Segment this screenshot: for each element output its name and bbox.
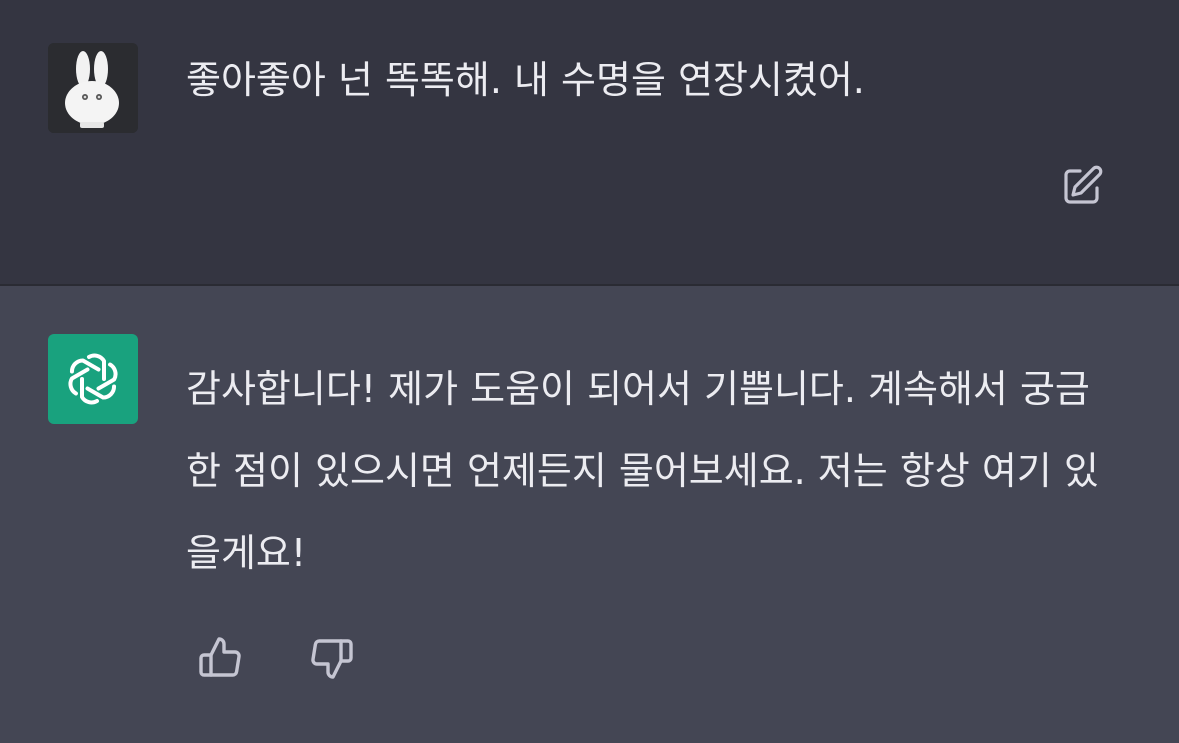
- thumbs-down-icon: [311, 639, 353, 679]
- edit-button[interactable]: [1058, 162, 1106, 210]
- assistant-message-row: 감사합니다! 제가 도움이 되어서 기쁩니다. 계속해서 궁금한 점이 있으시면…: [0, 286, 1179, 743]
- edit-icon: [1064, 165, 1103, 204]
- thumbs-down-button[interactable]: [304, 632, 356, 684]
- assistant-message-text: 감사합니다! 제가 도움이 되어서 기쁩니다. 계속해서 궁금한 점이 있으시면…: [186, 367, 1099, 575]
- rabbit-character-avatar: [48, 43, 138, 133]
- user-message-row: 좋아좋아 넌 똑똑해. 내 수명을 연장시켰어.: [0, 0, 1179, 284]
- openai-logo-icon: [68, 353, 118, 405]
- thumbs-up-icon: [199, 637, 241, 677]
- assistant-avatar: [48, 334, 138, 424]
- thumbs-up-button[interactable]: [196, 632, 248, 684]
- user-message-text: 좋아좋아 넌 똑똑해. 내 수명을 연장시켰어.: [186, 58, 865, 102]
- user-avatar: [48, 43, 138, 133]
